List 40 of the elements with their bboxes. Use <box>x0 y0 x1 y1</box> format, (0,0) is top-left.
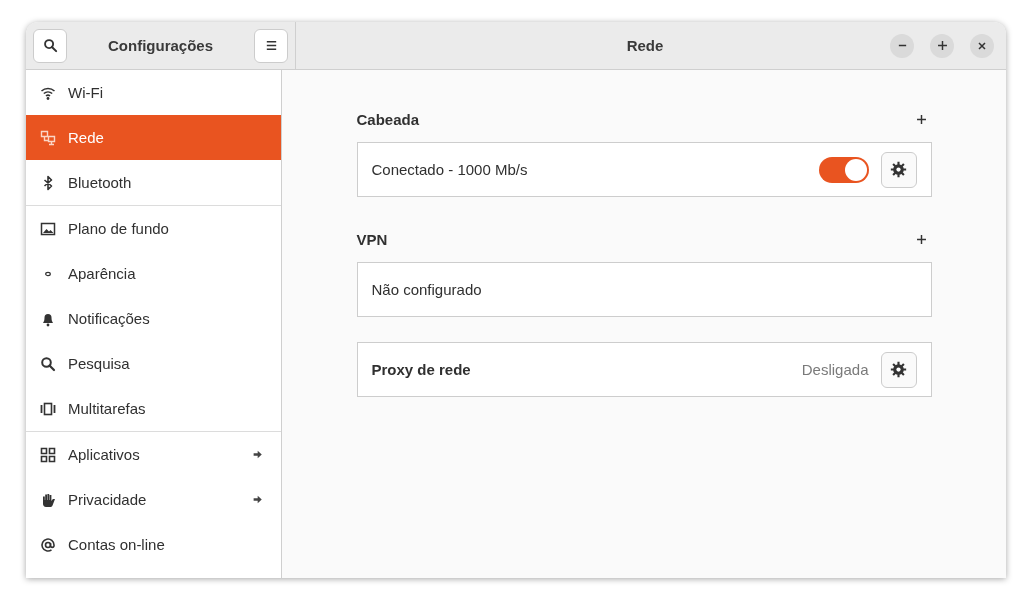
sidebar-item[interactable]: Contas on-line <box>26 522 281 567</box>
sidebar-item[interactable]: Multitarefas <box>26 386 281 431</box>
at-sign-icon <box>40 536 56 553</box>
toggle-switch[interactable] <box>818 156 869 183</box>
sidebar-title: Configurações <box>107 37 214 54</box>
search-button[interactable] <box>33 28 67 63</box>
row-label: Não configurado <box>371 281 483 298</box>
window-stack-icon <box>40 400 56 417</box>
hand-icon <box>40 491 56 508</box>
sidebar-item[interactable]: Pesquisa <box>26 341 281 386</box>
window-title: Rede <box>625 37 665 54</box>
sidebar-item[interactable]: Notificações <box>26 296 281 341</box>
sidebar-item[interactable]: Bluetooth <box>26 160 281 205</box>
sidebar-item[interactable]: Aparência <box>26 251 281 296</box>
settings-icon <box>890 361 907 378</box>
plus-icon <box>914 112 928 126</box>
search-icon <box>40 355 56 372</box>
sidebar-item[interactable]: Plano de fundo <box>26 206 281 251</box>
menu-button[interactable] <box>254 28 288 63</box>
settings-icon <box>890 161 907 178</box>
plus-icon <box>914 232 928 246</box>
plus-icon <box>935 39 949 52</box>
grid-icon <box>40 446 56 463</box>
search-icon <box>42 38 58 53</box>
sidebar-item[interactable]: Aplicativos <box>26 432 281 477</box>
sidebar-item[interactable]: Privacidade <box>26 477 281 522</box>
close-icon <box>976 39 988 52</box>
section-heading: Cabeada <box>356 110 421 128</box>
row-label: Conectado - 1000 Mb/s <box>371 161 529 178</box>
settings-button[interactable] <box>880 151 917 188</box>
settings-button[interactable] <box>880 351 917 388</box>
section-heading: VPN <box>356 230 389 248</box>
close-button[interactable] <box>970 33 994 58</box>
row-label: Proxy de rede <box>371 361 472 378</box>
sidebar-item[interactable]: Rede <box>26 115 281 160</box>
maximize-button[interactable] <box>930 33 954 58</box>
network-icon <box>40 129 56 146</box>
sidebar-item[interactable]: Wi-Fi <box>26 70 281 115</box>
status-text: Desligada <box>801 361 869 378</box>
image-icon <box>40 220 56 237</box>
